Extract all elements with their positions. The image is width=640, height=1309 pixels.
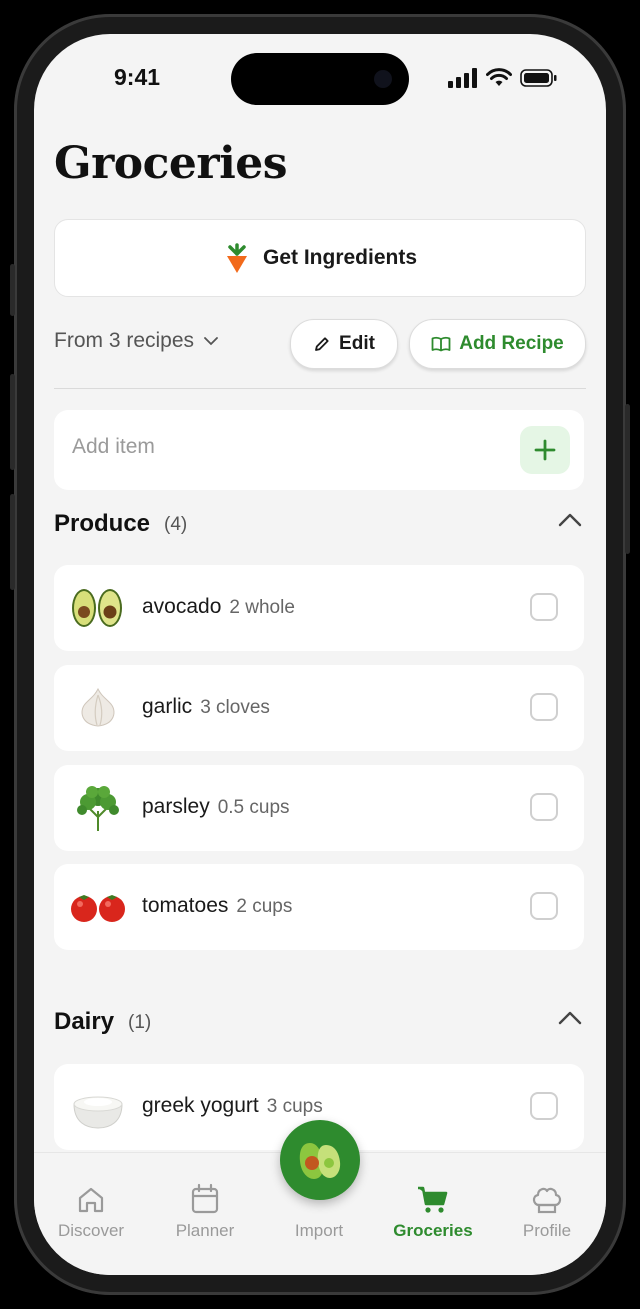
item-label: garlic 3 cloves bbox=[142, 695, 270, 719]
tab-label: Discover bbox=[57, 1221, 125, 1240]
item-label: greek yogurt 3 cups bbox=[142, 1094, 323, 1118]
item-name: tomatoes bbox=[142, 894, 229, 917]
edit-label: Edit bbox=[339, 333, 375, 354]
carrot-icon bbox=[226, 243, 247, 273]
signal-icon bbox=[448, 68, 477, 88]
tomato-icon bbox=[71, 895, 125, 922]
battery-icon bbox=[520, 69, 557, 87]
cart-icon bbox=[418, 1186, 448, 1213]
avocado-icon bbox=[72, 589, 122, 627]
calendar-icon bbox=[191, 1183, 219, 1214]
status-time: 9:41 bbox=[114, 64, 161, 90]
item-qty: 2 cups bbox=[236, 896, 293, 917]
front-camera bbox=[374, 70, 392, 88]
plus-icon bbox=[534, 439, 556, 461]
item-qty: 2 whole bbox=[229, 597, 295, 618]
get-ingredients-button[interactable]: Get Ingredients bbox=[54, 219, 586, 297]
status-icons bbox=[448, 68, 558, 88]
item-checkbox[interactable] bbox=[530, 693, 558, 721]
volume-down-button bbox=[10, 494, 15, 590]
avocado-fab-icon bbox=[299, 1143, 341, 1179]
add-item-row bbox=[54, 410, 584, 490]
add-recipe-button[interactable]: Add Recipe bbox=[409, 319, 586, 369]
tab-label: Groceries bbox=[393, 1221, 473, 1240]
import-fab-button[interactable] bbox=[280, 1120, 360, 1200]
item-checkbox[interactable] bbox=[530, 793, 558, 821]
tab-planner[interactable]: Planner bbox=[148, 1175, 262, 1241]
edit-button[interactable]: Edit bbox=[290, 319, 398, 369]
list-item[interactable]: tomatoes 2 cups bbox=[54, 864, 584, 950]
add-item-input[interactable] bbox=[70, 434, 474, 460]
tab-label: Import bbox=[294, 1221, 344, 1240]
item-name: avocado bbox=[142, 595, 222, 618]
list-item[interactable]: parsley 0.5 cups bbox=[54, 765, 584, 851]
recipes-row: From 3 recipes Edit Add Recipe bbox=[54, 319, 586, 369]
get-ingredients-label: Get Ingredients bbox=[262, 246, 418, 269]
parsley-icon bbox=[77, 786, 119, 831]
section-count: (4) bbox=[164, 514, 188, 535]
page-title: Groceries bbox=[54, 138, 288, 189]
list-item[interactable]: avocado 2 whole bbox=[54, 565, 584, 651]
chef-hat-icon bbox=[532, 1187, 562, 1214]
chevron-up-icon[interactable] bbox=[558, 1010, 582, 1026]
item-checkbox[interactable] bbox=[530, 1092, 558, 1120]
tab-discover[interactable]: Discover bbox=[34, 1175, 148, 1241]
item-label: tomatoes 2 cups bbox=[142, 894, 292, 918]
app-screen: 9:41 Groceries Get Ingredients From 3 re… bbox=[34, 34, 606, 1275]
volume-up-button bbox=[10, 374, 15, 470]
section-title: Dairy bbox=[54, 1008, 115, 1035]
list-item[interactable]: garlic 3 cloves bbox=[54, 665, 584, 751]
item-name: parsley bbox=[142, 795, 210, 818]
tab-label: Planner bbox=[175, 1221, 235, 1240]
add-recipe-label: Add Recipe bbox=[459, 333, 564, 354]
divider bbox=[54, 388, 586, 389]
item-label: parsley 0.5 cups bbox=[142, 795, 290, 819]
power-button bbox=[625, 404, 630, 554]
item-label: avocado 2 whole bbox=[142, 595, 295, 619]
section-header-dairy[interactable]: Dairy (1) bbox=[54, 1004, 586, 1044]
home-icon bbox=[78, 1187, 104, 1213]
pencil-icon bbox=[315, 337, 329, 351]
chevron-up-icon[interactable] bbox=[558, 512, 582, 528]
tab-label: Profile bbox=[522, 1221, 572, 1240]
yogurt-icon bbox=[73, 1096, 123, 1129]
from-recipes-label: From 3 recipes bbox=[54, 329, 195, 352]
section-count: (1) bbox=[128, 1012, 152, 1033]
garlic-icon bbox=[81, 687, 115, 727]
item-checkbox[interactable] bbox=[530, 593, 558, 621]
chevron-down-icon bbox=[204, 337, 218, 346]
section-title: Produce bbox=[54, 510, 151, 537]
mute-switch bbox=[10, 264, 15, 316]
item-qty: 3 cloves bbox=[200, 697, 270, 718]
item-name: greek yogurt bbox=[142, 1094, 259, 1117]
from-recipes-dropdown[interactable]: From 3 recipes bbox=[54, 329, 218, 353]
tab-groceries[interactable]: Groceries bbox=[376, 1175, 490, 1241]
tab-profile[interactable]: Profile bbox=[490, 1175, 604, 1241]
wifi-icon bbox=[486, 68, 512, 86]
add-item-button[interactable] bbox=[520, 426, 570, 474]
item-checkbox[interactable] bbox=[530, 892, 558, 920]
item-name: garlic bbox=[142, 695, 193, 718]
item-qty: 0.5 cups bbox=[217, 797, 290, 818]
item-qty: 3 cups bbox=[266, 1096, 323, 1117]
book-icon bbox=[431, 336, 451, 352]
section-header-produce[interactable]: Produce (4) bbox=[54, 506, 586, 546]
